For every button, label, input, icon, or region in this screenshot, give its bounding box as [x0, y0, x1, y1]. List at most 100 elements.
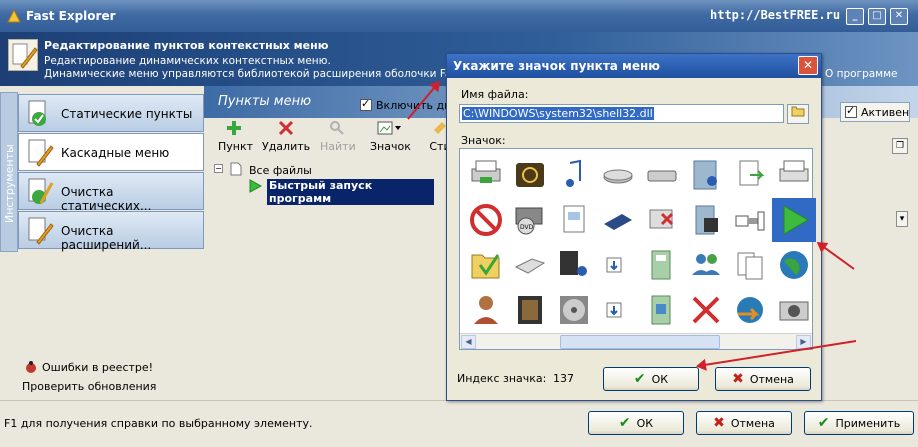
window-title: Fast Explorer	[26, 9, 116, 23]
drive-icon[interactable]	[596, 153, 640, 197]
nav-cascade-menu-label: Каскадные меню	[61, 146, 170, 160]
icon-grid[interactable]: DVD ◀ ▶	[459, 148, 816, 350]
document-copy-icon[interactable]	[728, 243, 772, 287]
status-bar: F1 для получения справки по выбранному э…	[0, 400, 918, 447]
users-icon[interactable]	[684, 243, 728, 287]
page-arrow-icon[interactable]	[728, 153, 772, 197]
user-icon[interactable]	[464, 288, 508, 332]
compressed-file-icon[interactable]	[728, 198, 772, 242]
browse-folder-button[interactable]	[787, 104, 809, 124]
scroll-left-button[interactable]: ◀	[461, 335, 476, 349]
film-icon[interactable]	[508, 288, 552, 332]
globe-icon[interactable]	[772, 243, 816, 287]
bug-icon	[26, 361, 36, 373]
image-icon	[377, 121, 401, 135]
main-toolbar: Пункт Удалить Найти Значок Сти	[214, 120, 464, 160]
dialog-title: Укажите значок пункта меню	[453, 59, 660, 73]
tree-item-quick-launch[interactable]: Быстрый запуск программ	[267, 179, 434, 205]
clean-extensions-icon	[28, 217, 54, 245]
dvd-drive-icon[interactable]: DVD	[508, 198, 552, 242]
active-toggle[interactable]: Активен	[840, 102, 910, 122]
window-titlebar: Fast Explorer http://BestFREE.ru _ □ ✕	[0, 0, 918, 32]
find-button[interactable]: Найти	[320, 120, 356, 153]
dialog-titlebar: Укажите значок пункта меню ✕	[447, 54, 821, 78]
find-label: Найти	[320, 140, 356, 153]
nav-clean-extensions-label: Очистка расширений...	[61, 224, 152, 252]
tree-root-all-files[interactable]: Все файлы	[249, 164, 312, 177]
help-text: F1 для получения справки по выбранному э…	[4, 417, 313, 430]
add-icon	[227, 121, 241, 135]
main-ok-button[interactable]: ✔ ОК	[588, 411, 684, 435]
delete-page-icon[interactable]	[640, 198, 684, 242]
main-cancel-button[interactable]: ✖ Отмена	[696, 411, 792, 435]
down-arrow-icon[interactable]	[592, 243, 636, 287]
down-arrow2-icon[interactable]	[592, 288, 636, 332]
check-updates-link[interactable]: Проверить обновления	[22, 380, 156, 393]
tree-expander[interactable]: −	[214, 164, 223, 173]
nav-static-items-label: Статические пункты	[61, 107, 193, 121]
file-name-value: C:\WINDOWS\system32\shell32.dll	[462, 107, 654, 120]
book-icon[interactable]	[640, 243, 684, 287]
dropdown-arrow-icon[interactable]: ▾	[896, 211, 908, 227]
apply-label: Применить	[835, 416, 901, 430]
dialog-ok-label: ОК	[651, 372, 669, 386]
icon-grid-scrollbar[interactable]: ◀ ▶	[460, 333, 812, 349]
add-item-button[interactable]: Пункт	[218, 120, 253, 153]
book2-icon[interactable]	[640, 288, 684, 332]
copy-small-icon[interactable]: ❐	[892, 138, 908, 154]
tools-tab-label: Инструменты	[3, 144, 16, 223]
banner-line1: Редактирование динамических контекстных …	[44, 55, 331, 67]
nav-clean-extensions[interactable]: Очистка расширений...	[18, 211, 204, 252]
camera-icon[interactable]	[772, 288, 816, 332]
no-entry-icon[interactable]	[464, 198, 508, 242]
choose-icon-dialog: Укажите значок пункта меню ✕ Имя файла: …	[446, 53, 822, 401]
icon-button[interactable]: Значок	[370, 120, 411, 153]
play-icon[interactable]	[772, 198, 816, 242]
power-icon[interactable]	[508, 153, 552, 197]
dialog-cancel-button[interactable]: ✖ Отмена	[715, 367, 811, 391]
check-icon: ✔	[817, 415, 830, 431]
maximize-button[interactable]: □	[868, 8, 886, 25]
globe-arrow-icon[interactable]	[728, 288, 772, 332]
enable-dynamic-checkbox[interactable]	[360, 97, 372, 111]
folder-check-icon[interactable]	[464, 243, 508, 287]
red-x-icon[interactable]	[684, 288, 728, 332]
nav-clean-static[interactable]: Очистка статических...	[18, 172, 204, 213]
nav-clean-static-label: Очистка статических...	[61, 185, 152, 213]
nav-static-items[interactable]: Статические пункты	[18, 94, 204, 132]
find-icon	[330, 121, 344, 135]
app-logo-icon	[7, 8, 21, 23]
menu-tree[interactable]: − Все файлы Быстрый запуск программ	[214, 162, 434, 205]
scroll-thumb[interactable]	[560, 335, 720, 349]
disc-icon[interactable]	[552, 288, 596, 332]
card-icon[interactable]	[596, 198, 640, 242]
delete-icon	[278, 120, 294, 136]
close-window-button[interactable]: ✕	[890, 8, 908, 25]
apply-button[interactable]: ✔ Применить	[804, 411, 914, 435]
icon-index-label: Индекс значка:	[457, 372, 547, 385]
active-checkbox[interactable]	[845, 104, 857, 118]
media-folder-icon[interactable]	[684, 153, 728, 197]
registry-errors-link[interactable]: Ошибки в реестре!	[42, 361, 153, 374]
file-name-label: Имя файла:	[461, 88, 529, 101]
page-icon[interactable]	[552, 198, 596, 242]
about-link[interactable]: О программе	[825, 68, 897, 80]
film-folder-icon[interactable]	[684, 198, 728, 242]
tools-vertical-tab[interactable]: Инструменты	[0, 92, 18, 252]
icon-label: Значок:	[461, 134, 506, 147]
minimize-button[interactable]: _	[846, 8, 864, 25]
removable-disk-icon[interactable]	[640, 153, 684, 197]
printer-icon[interactable]	[464, 153, 508, 197]
x-icon: ✖	[732, 371, 744, 387]
delete-item-button[interactable]: Удалить	[262, 120, 310, 153]
file-name-input[interactable]: C:\WINDOWS\system32\shell32.dll	[459, 104, 784, 123]
scanner-icon[interactable]	[508, 243, 552, 287]
film-music-icon[interactable]	[552, 243, 596, 287]
play-icon	[249, 179, 262, 193]
nav-cascade-menu[interactable]: Каскадные меню	[18, 133, 204, 171]
printer2-icon[interactable]	[772, 153, 816, 197]
dialog-close-button[interactable]: ✕	[798, 56, 818, 75]
music-note-icon[interactable]	[552, 153, 596, 197]
dialog-ok-button[interactable]: ✔ ОК	[603, 367, 699, 391]
main-ok-label: ОК	[636, 416, 654, 430]
